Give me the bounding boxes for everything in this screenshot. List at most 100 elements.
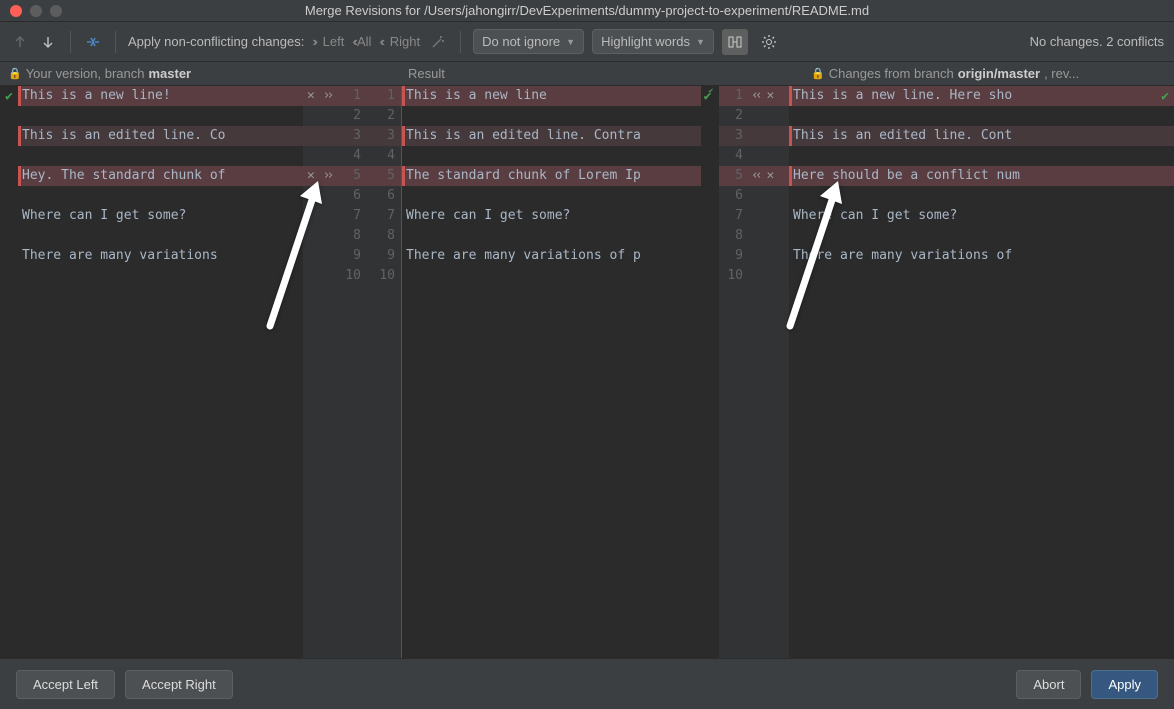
line-number: 5: [367, 166, 401, 186]
reject-change-icon[interactable]: ✕: [766, 88, 774, 103]
gutter-action: [749, 206, 789, 226]
next-diff-icon[interactable]: [38, 32, 58, 52]
apply-non-conflicting-label: Apply non-conflicting changes:: [128, 34, 304, 49]
gutter-action: [749, 106, 789, 126]
apply-change-icon[interactable]: ‹‹: [751, 88, 759, 103]
accept-left-button[interactable]: Accept Left: [16, 670, 115, 699]
accept-change-icon[interactable]: ✔: [0, 86, 18, 106]
gutter-action: [749, 226, 789, 246]
apply-change-icon[interactable]: ››: [323, 88, 331, 103]
line-number: 3: [367, 126, 401, 146]
reject-change-icon[interactable]: ✕: [307, 88, 315, 103]
gutter-action: ‹‹ ✕: [749, 166, 789, 186]
gutter-action: [749, 266, 789, 286]
settings-icon[interactable]: [756, 29, 782, 55]
left-marker-col: ✔: [0, 86, 18, 658]
apply-right-button[interactable]: ‹‹ Right: [379, 34, 420, 49]
code-line: Where can I get some?: [402, 206, 701, 226]
gutter-action: [303, 126, 343, 146]
apply-left-button[interactable]: ›› Left: [312, 34, 344, 49]
sync-scroll-icon[interactable]: [722, 29, 748, 55]
gutter-action: [303, 146, 343, 166]
left-code-pane[interactable]: This is a new line! This is an edited lin…: [18, 86, 303, 658]
apply-all-button[interactable]: ‹‹All: [352, 34, 371, 49]
right-header: 🔒Changes from branch origin/master, rev.…: [803, 62, 1174, 85]
line-number: 4: [719, 146, 749, 166]
apply-change-icon[interactable]: ‹‹: [751, 168, 759, 183]
abort-button[interactable]: Abort: [1016, 670, 1081, 699]
highlight-dropdown[interactable]: Highlight words▼: [592, 29, 714, 54]
ignore-dropdown[interactable]: Do not ignore▼: [473, 29, 584, 54]
gutter-action: [749, 246, 789, 266]
lock-icon: 🔒: [811, 67, 825, 80]
code-line: [402, 226, 701, 246]
gutter-action: [303, 246, 343, 266]
line-number: 9: [367, 246, 401, 266]
code-line: [789, 186, 1174, 206]
result-header: Result: [303, 62, 803, 85]
line-number: 5: [719, 166, 749, 186]
line-number: 6: [343, 186, 367, 206]
code-line: [789, 106, 1174, 126]
line-number: 9: [343, 246, 367, 266]
magic-resolve-icon[interactable]: [83, 32, 103, 52]
reject-change-icon[interactable]: ✕: [307, 168, 315, 183]
line-number: 7: [367, 206, 401, 226]
mid-marker-col: ✔✔: [701, 86, 719, 658]
lock-icon: 🔒: [8, 67, 22, 80]
code-line: [18, 146, 303, 166]
line-number: 8: [343, 226, 367, 246]
line-number: 2: [719, 106, 749, 126]
code-line: There are many variations of p: [402, 246, 701, 266]
code-line: This is an edited line. Co: [18, 126, 303, 146]
code-line: This is a new line. Here sho: [789, 86, 1174, 106]
code-line: This is an edited line. Contra: [402, 126, 701, 146]
line-number: 3: [343, 126, 367, 146]
gutter-action: [749, 186, 789, 206]
code-line: Hey. The standard chunk of: [18, 166, 303, 186]
line-number: 3: [719, 126, 749, 146]
result-line-numbers: 12345678910: [367, 86, 401, 658]
line-number: 8: [719, 226, 749, 246]
gutter-action: ‹‹ ✕: [749, 86, 789, 106]
reject-change-icon[interactable]: ✕: [766, 168, 774, 183]
line-number: 9: [719, 246, 749, 266]
diff-panes: ✔ This is a new line! This is an edited l…: [0, 86, 1174, 658]
accept-change-icon[interactable]: ✔: [1156, 86, 1174, 106]
accept-change-icon[interactable]: ✔✔: [701, 86, 719, 106]
gutter-action: [749, 126, 789, 146]
prev-diff-icon[interactable]: [10, 32, 30, 52]
line-number: 6: [367, 186, 401, 206]
left-header: 🔒Your version, branch master: [0, 62, 303, 85]
line-number: 10: [343, 266, 367, 286]
right-marker-col: ✔: [1156, 86, 1174, 106]
apply-change-icon[interactable]: ››: [323, 168, 331, 183]
line-number: 7: [719, 206, 749, 226]
gutter-action: ✕ ››: [303, 86, 343, 106]
code-line: This is a new line: [402, 86, 701, 106]
gutter-action: ✕ ››: [303, 166, 343, 186]
left-line-numbers: 12345678910: [343, 86, 367, 658]
right-code-pane[interactable]: This is a new line. Here shoThis is an e…: [789, 86, 1174, 658]
gutter-action: [749, 146, 789, 166]
line-number: 4: [367, 146, 401, 166]
code-line: There are many variations: [18, 246, 303, 266]
code-line: This is a new line!: [18, 86, 303, 106]
line-number: 10: [719, 266, 749, 286]
result-code-pane[interactable]: This is a new line This is an edited line…: [401, 86, 701, 658]
code-line: [18, 226, 303, 246]
code-line: [18, 106, 303, 126]
code-line: There are many variations of: [789, 246, 1174, 266]
line-number: 1: [343, 86, 367, 106]
right-action-gutter: ‹‹ ✕‹‹ ✕: [749, 86, 789, 658]
accept-right-button[interactable]: Accept Right: [125, 670, 233, 699]
line-number: 1: [719, 86, 749, 106]
window-title: Merge Revisions for /Users/jahongirr/Dev…: [0, 3, 1174, 18]
gutter-action: [303, 226, 343, 246]
magic-wand-icon[interactable]: [428, 32, 448, 52]
toolbar: Apply non-conflicting changes: ›› Left ‹…: [0, 22, 1174, 62]
gutter-action: [303, 106, 343, 126]
line-number: 2: [343, 106, 367, 126]
code-line: [402, 146, 701, 166]
apply-button[interactable]: Apply: [1091, 670, 1158, 699]
